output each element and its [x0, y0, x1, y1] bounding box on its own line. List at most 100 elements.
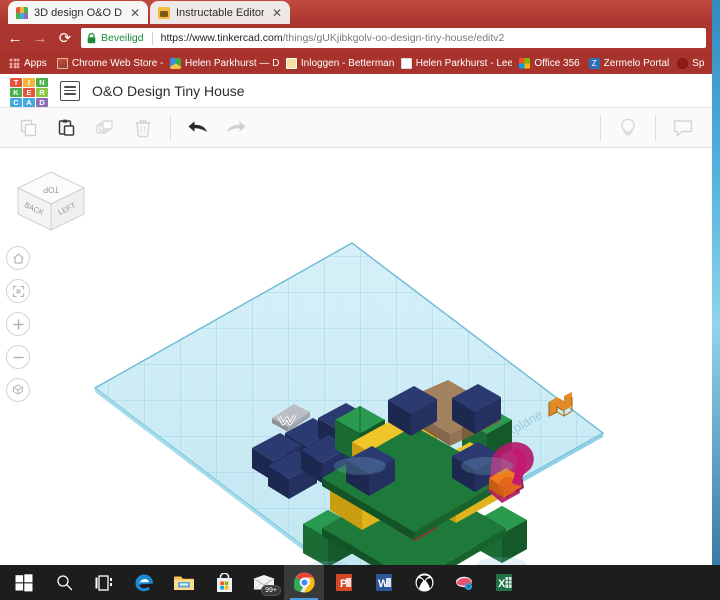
url-text: https://www.tinkercad.com/things/gUKjibk…: [161, 32, 505, 44]
reload-button[interactable]: ⟳: [56, 29, 74, 47]
tinkercad-icon: [16, 6, 28, 19]
home-icon: [12, 252, 24, 264]
undo-arrow-icon: [188, 120, 207, 132]
paste-button[interactable]: [48, 112, 86, 144]
search-icon: [56, 575, 72, 591]
edge-button[interactable]: [124, 565, 164, 600]
windows-logo-icon: [15, 573, 33, 591]
bookmarks-bar: Apps Chrome Web Store - Helen Parkhurst …: [0, 52, 712, 74]
close-icon[interactable]: ✕: [270, 7, 284, 19]
view-mode-button[interactable]: [6, 378, 30, 402]
lightbulb-icon: [621, 117, 635, 135]
editor-toolbar: [0, 108, 712, 148]
copy-icon: [20, 119, 37, 136]
browser-tab-tinkercad[interactable]: 3D design O&O Design T ✕: [8, 1, 148, 24]
instructables-icon: [158, 6, 170, 19]
viewport-nav-tools: [6, 246, 30, 402]
bookmark-label: Zermelo Portal: [603, 57, 670, 69]
url-path: /things/gUKjibkgolv-oo-design-tiny-house…: [282, 32, 505, 44]
google-drive-icon: [169, 57, 181, 69]
notes-button[interactable]: [664, 112, 702, 144]
3d-viewport[interactable]: Workplane TOP BACK LEFT: [0, 148, 712, 565]
chrome-browser-window: 3D design O&O Design T ✕ Instructable Ed…: [0, 0, 712, 565]
view-cube[interactable]: TOP BACK LEFT: [12, 166, 90, 238]
bookmark-spotify[interactable]: Sp: [672, 57, 708, 70]
word-button[interactable]: W: [364, 565, 404, 600]
betterman-icon: [285, 57, 297, 69]
web-store-icon: [56, 57, 68, 69]
xbox-button[interactable]: [404, 565, 444, 600]
folder-icon: [174, 576, 194, 590]
mail-badge: 99+: [261, 585, 281, 596]
paste-icon: [58, 119, 75, 136]
bookmark-label: Apps: [24, 57, 47, 69]
close-icon[interactable]: ✕: [128, 7, 142, 19]
bookmark-betterman[interactable]: Inloggen - Betterman: [281, 57, 394, 70]
list-menu-icon[interactable]: [60, 80, 80, 101]
back-button[interactable]: ←: [6, 29, 24, 47]
3d-scene[interactable]: Workplane: [0, 148, 712, 565]
bookmark-chrome-web-store[interactable]: Chrome Web Store -: [52, 57, 163, 70]
explorer-button[interactable]: [164, 565, 204, 600]
bookmark-apps[interactable]: Apps: [4, 57, 50, 70]
redo-arrow-icon: [227, 120, 246, 132]
browser-tab-strip: 3D design O&O Design T ✕ Instructable Ed…: [0, 0, 712, 24]
search-button[interactable]: [44, 565, 84, 600]
browser-tab-instructables[interactable]: Instructable Editor ✕: [150, 1, 290, 24]
paint3d-icon: [455, 576, 472, 590]
toolbar-divider: [600, 114, 601, 141]
redo-button[interactable]: [217, 112, 255, 144]
start-button[interactable]: [4, 565, 44, 600]
logo-tile: I: [23, 77, 35, 87]
bookmark-label: Inloggen - Betterman: [300, 57, 394, 69]
task-view-icon: [95, 574, 112, 591]
bookmark-office-356[interactable]: Office 356: [514, 57, 581, 70]
zoom-out-button[interactable]: [6, 345, 30, 369]
trash-icon: [135, 119, 151, 137]
address-bar[interactable]: Beveiligd https://www.tinkercad.com/thin…: [81, 28, 706, 48]
bookmark-helen-parkhurst-lee[interactable]: Helen Parkhurst - Lee: [396, 57, 513, 70]
powerpoint-button[interactable]: P: [324, 565, 364, 600]
store-button[interactable]: [204, 565, 244, 600]
page-title: O&O Design Tiny House: [92, 82, 245, 99]
mail-button[interactable]: 99+: [244, 565, 284, 600]
svg-text:X: X: [498, 578, 506, 590]
home-view-button[interactable]: [6, 246, 30, 270]
fit-all-button[interactable]: [6, 279, 30, 303]
zoom-in-button[interactable]: [6, 312, 30, 336]
logo-tile: N: [36, 77, 48, 87]
chrome-button[interactable]: [284, 565, 324, 600]
copy-button[interactable]: [10, 112, 48, 144]
bookmark-label: Office 356: [534, 57, 580, 69]
logo-tile: T: [10, 77, 22, 87]
duplicate-button[interactable]: [86, 112, 124, 144]
plus-icon: [12, 318, 24, 330]
windows-taskbar: 99+ P W X: [0, 565, 720, 600]
cube-perspective-icon: [12, 384, 24, 395]
excel-button[interactable]: X: [484, 565, 524, 600]
minus-icon: [12, 356, 24, 358]
bookmark-helen-parkhurst-drive[interactable]: Helen Parkhurst — D: [165, 57, 279, 70]
tab-title: Instructable Editor: [176, 6, 264, 19]
toolbar-divider: [170, 114, 171, 141]
microsoft-icon: [519, 57, 531, 69]
bookmark-zermelo-portal[interactable]: Z Zermelo Portal: [584, 57, 670, 70]
url-origin: https://www.tinkercad.com: [160, 32, 283, 44]
zermelo-icon: Z: [588, 57, 600, 69]
paint3d-button[interactable]: [444, 565, 484, 600]
hint-button[interactable]: [609, 112, 647, 144]
lock-icon: [87, 32, 96, 43]
tinkercad-logo[interactable]: T I N K E R C A D: [10, 77, 48, 107]
powerpoint-icon: P: [336, 574, 352, 591]
bookmark-label: Sp: [692, 57, 705, 69]
toolbar-divider: [655, 114, 656, 141]
apps-grid-icon: [9, 57, 20, 69]
task-view-button[interactable]: [84, 565, 124, 600]
store-bag-icon: [216, 572, 232, 592]
delete-button[interactable]: [124, 112, 162, 144]
bookmark-label: Helen Parkhurst - Lee: [415, 57, 513, 69]
viewcube-top-label: TOP: [43, 185, 59, 194]
undo-button[interactable]: [179, 112, 217, 144]
spotify-icon: [677, 57, 689, 69]
forward-button[interactable]: →: [31, 29, 49, 47]
